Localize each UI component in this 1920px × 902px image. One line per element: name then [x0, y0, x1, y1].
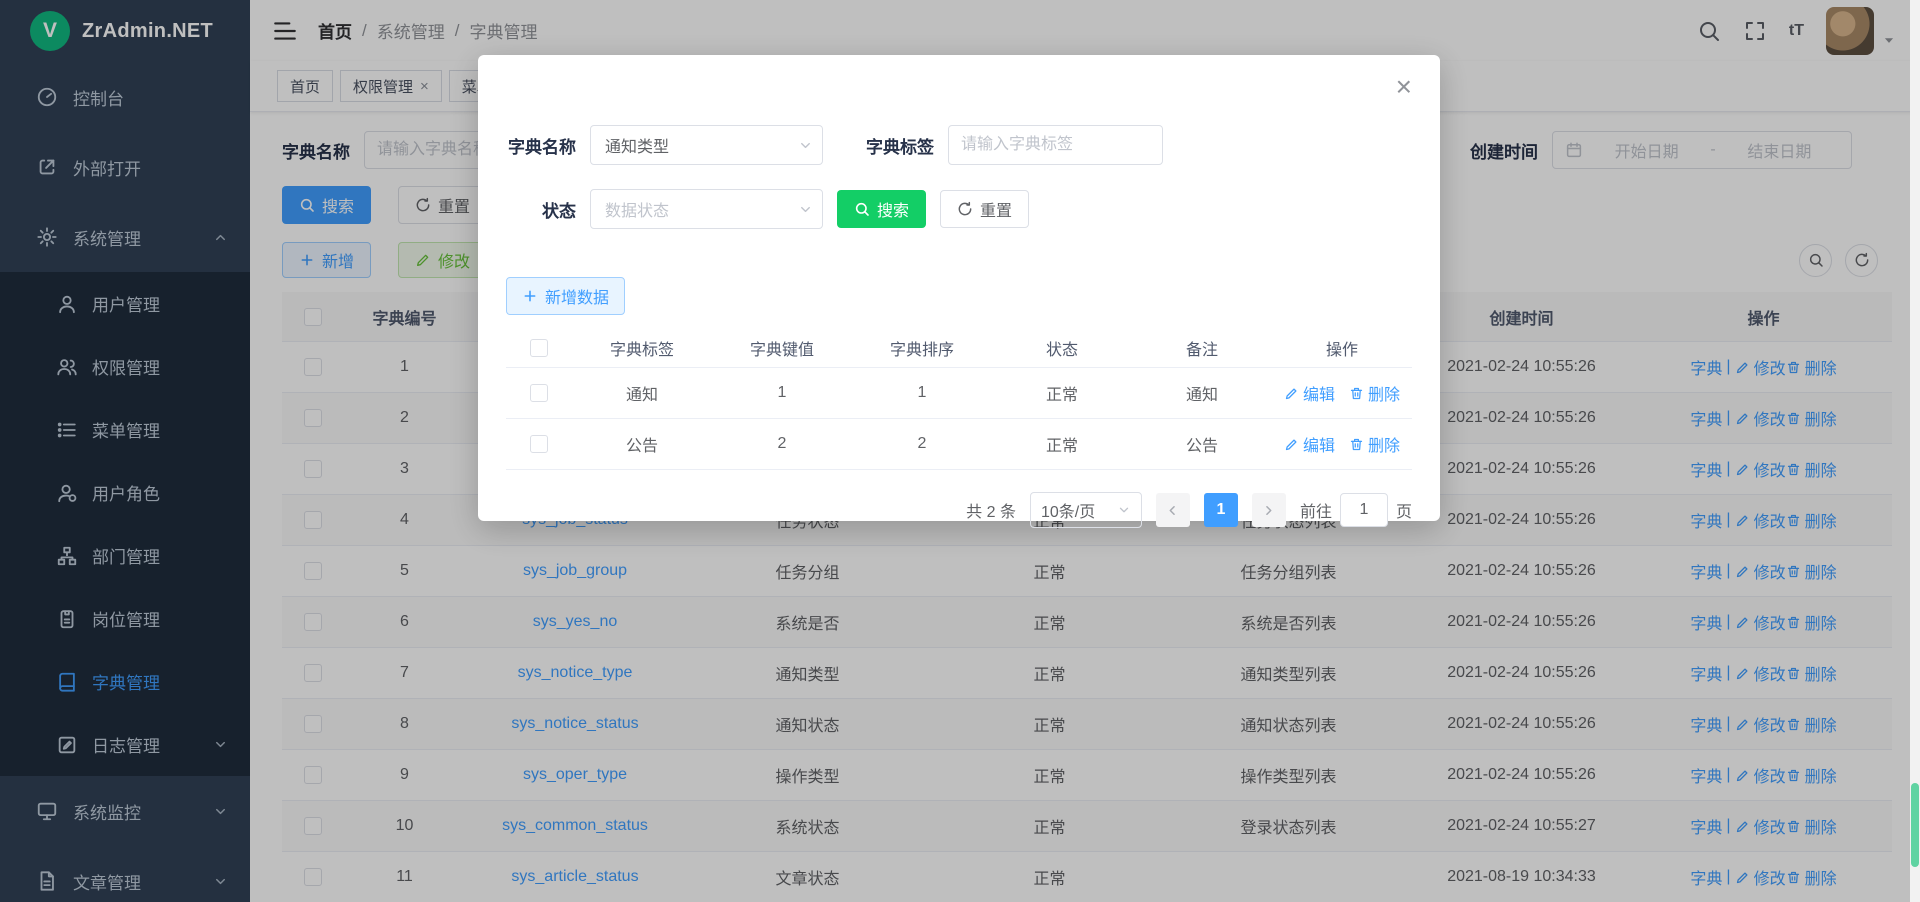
col-header-dict-key: 字典键值 — [712, 336, 852, 360]
pagination-total: 共 2 条 — [966, 498, 1016, 522]
cell-dict-label: 通知 — [572, 381, 712, 405]
goto-page: 前往 页 — [1300, 493, 1412, 527]
dialog-table-header: 字典标签 字典键值 字典排序 状态 备注 操作 — [506, 328, 1412, 368]
row-delete-link[interactable]: 删除 — [1349, 381, 1400, 405]
chevron-right-icon — [1261, 503, 1276, 518]
add-dict-data-button[interactable]: 新增数据 — [506, 277, 625, 315]
plus-icon — [522, 288, 538, 304]
pencil-icon — [1284, 437, 1299, 452]
col-header-status: 状态 — [992, 336, 1132, 360]
page-number-button[interactable]: 1 — [1204, 493, 1238, 527]
dialog-reset-label: 重置 — [980, 197, 1012, 221]
goto-page-input[interactable] — [1340, 493, 1388, 527]
pencil-icon — [1284, 386, 1299, 401]
scrollbar-track — [1910, 0, 1920, 902]
trash-icon — [1349, 386, 1364, 401]
cell-status: 正常 — [992, 381, 1132, 405]
status-select-placeholder: 数据状态 — [605, 197, 669, 221]
prev-page-button[interactable] — [1156, 493, 1190, 527]
row-delete-link[interactable]: 删除 — [1349, 432, 1400, 456]
chevron-left-icon — [1165, 503, 1180, 518]
page-size-value: 10条/页 — [1041, 498, 1095, 522]
dialog-table-body: 通知 1 1 正常 通知 编辑 删除 — [506, 368, 1412, 470]
row-edit-link[interactable]: 编辑 — [1284, 381, 1335, 405]
row-edit-label: 编辑 — [1303, 381, 1335, 405]
goto-label: 前往 — [1300, 498, 1332, 522]
row-edit-label: 编辑 — [1303, 432, 1335, 456]
dialog-dict-label-label: 字典标签 — [864, 133, 934, 158]
cell-dict-sort: 2 — [852, 435, 992, 453]
dict-label-input[interactable] — [948, 125, 1163, 165]
cell-dict-sort: 1 — [852, 384, 992, 402]
cell-status: 正常 — [992, 432, 1132, 456]
row-edit-link[interactable]: 编辑 — [1284, 432, 1335, 456]
chevron-down-icon — [798, 202, 813, 217]
status-select[interactable]: 数据状态 — [590, 189, 823, 229]
chevron-down-icon — [1117, 503, 1131, 517]
scrollbar-thumb[interactable] — [1911, 783, 1919, 867]
col-header-remark: 备注 — [1132, 336, 1272, 360]
dialog-pagination: 共 2 条 10条/页 1 前往 页 — [506, 492, 1412, 528]
dict-name-select-value: 通知类型 — [605, 133, 669, 157]
dialog-dict-name-label: 字典名称 — [506, 133, 576, 158]
cell-remark: 通知 — [1132, 381, 1272, 405]
search-icon — [854, 201, 870, 217]
dialog-search-button[interactable]: 搜索 — [837, 190, 926, 228]
dialog-search-label: 搜索 — [877, 197, 909, 221]
chevron-down-icon — [798, 138, 813, 153]
dialog-select-all-checkbox[interactable] — [530, 339, 548, 357]
cell-remark: 公告 — [1132, 432, 1272, 456]
dialog-close-icon[interactable]: × — [1396, 73, 1412, 101]
row-delete-label: 删除 — [1368, 381, 1400, 405]
col-header-dict-label: 字典标签 — [572, 336, 712, 360]
cell-dict-key: 2 — [712, 435, 852, 453]
next-page-button[interactable] — [1252, 493, 1286, 527]
row-checkbox[interactable] — [530, 384, 548, 402]
add-dict-data-label: 新增数据 — [545, 284, 609, 308]
trash-icon — [1349, 437, 1364, 452]
dialog-filter-form: 字典名称 通知类型 字典标签 状态 数据状态 搜索 重置 — [506, 55, 1412, 229]
dict-name-select[interactable]: 通知类型 — [590, 125, 823, 165]
dict-data-table: 字典标签 字典键值 字典排序 状态 备注 操作 通知 1 1 正常 通知 — [506, 328, 1412, 470]
refresh-icon — [957, 201, 973, 217]
col-header-dict-sort: 字典排序 — [852, 336, 992, 360]
dialog-status-label: 状态 — [506, 197, 576, 222]
page-size-select[interactable]: 10条/页 — [1030, 492, 1142, 528]
dict-data-dialog: × 字典名称 通知类型 字典标签 状态 数据状态 搜索 — [478, 55, 1440, 521]
dialog-table-row: 通知 1 1 正常 通知 编辑 删除 — [506, 368, 1412, 419]
row-delete-label: 删除 — [1368, 432, 1400, 456]
dialog-table-row: 公告 2 2 正常 公告 编辑 删除 — [506, 419, 1412, 470]
dialog-reset-button[interactable]: 重置 — [940, 190, 1029, 228]
row-checkbox[interactable] — [530, 435, 548, 453]
cell-dict-key: 1 — [712, 384, 852, 402]
goto-unit: 页 — [1396, 498, 1412, 522]
col-header-ops: 操作 — [1272, 336, 1412, 360]
cell-dict-label: 公告 — [572, 432, 712, 456]
